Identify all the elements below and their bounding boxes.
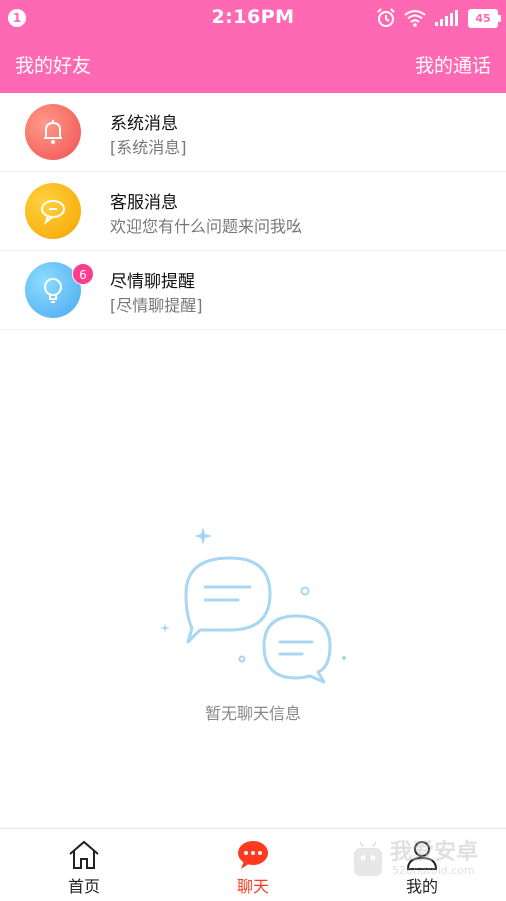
item-subtitle: [系统消息]	[110, 138, 187, 157]
bell-icon	[25, 104, 81, 160]
watermark-text: 我爱安卓	[390, 840, 479, 865]
status-bar: 1 2:16PM 45	[0, 0, 506, 36]
item-subtitle: 欢迎您有什么问题来问我吆	[110, 217, 303, 236]
battery-indicator: 45	[468, 8, 501, 28]
chat-bubble-icon	[25, 183, 81, 239]
chat-icon	[238, 841, 268, 869]
list-item-system-message[interactable]: 系统消息 [系统消息]	[0, 93, 506, 172]
top-header: 我的好友 我的通话	[0, 36, 506, 93]
message-list: 系统消息 [系统消息] 客服消息 欢迎您有什么问题来问我吆 6 尽情聊提醒 [尽…	[0, 93, 506, 330]
wifi-icon	[404, 10, 426, 27]
list-item-service-message[interactable]: 客服消息 欢迎您有什么问题来问我吆	[0, 172, 506, 251]
list-item-chat-reminder[interactable]: 6 尽情聊提醒 [尽情聊提醒]	[0, 251, 506, 330]
my-calls-link[interactable]: 我的通话	[415, 51, 491, 78]
empty-state-text: 暂无聊天信息	[204, 704, 301, 723]
alarm-icon	[377, 8, 395, 27]
tab-chat[interactable]: 聊天	[203, 829, 303, 901]
signal-icon	[435, 10, 458, 26]
tab-home[interactable]: 首页	[34, 829, 134, 901]
item-title: 客服消息	[110, 193, 178, 213]
tab-label: 首页	[67, 877, 100, 896]
home-icon	[69, 840, 99, 869]
tab-label: 聊天	[236, 877, 269, 896]
item-title: 系统消息	[110, 114, 178, 134]
unread-badge: 6	[72, 263, 94, 285]
watermark: 我爱安卓 52android.com	[350, 830, 500, 890]
android-robot-icon	[354, 841, 382, 876]
chat-bubbles-illustration	[160, 527, 346, 684]
item-subtitle: [尽情聊提醒]	[110, 296, 203, 315]
my-friends-link[interactable]: 我的好友	[15, 51, 91, 78]
watermark-sub: 52android.com	[392, 864, 475, 877]
status-icons: 45	[376, 7, 501, 29]
item-title: 尽情聊提醒	[110, 272, 195, 292]
